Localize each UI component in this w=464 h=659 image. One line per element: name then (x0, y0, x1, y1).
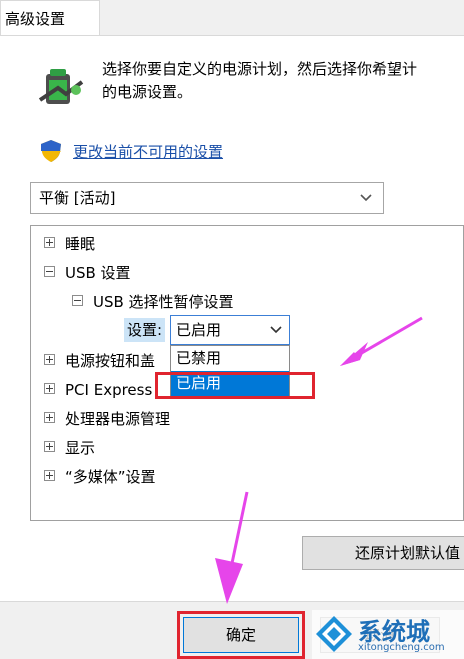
power-plan-select[interactable]: 平衡 [活动] (30, 182, 384, 214)
restore-defaults-button[interactable]: 还原计划默认值 (302, 536, 464, 570)
usb-setting-combo[interactable]: 已启用 (170, 315, 290, 345)
watermark: 系统城 xitongcheng.com (312, 610, 464, 659)
tree-item-label: USB 设置 (65, 264, 131, 282)
tree-item-usb-selective-suspend[interactable]: USB 选择性暂停设置 (72, 289, 234, 315)
watermark-url: xitongcheng.com (358, 642, 445, 653)
power-plan-select-value: 平衡 [活动] (39, 189, 116, 207)
collapse-icon[interactable] (44, 266, 55, 277)
shield-icon (40, 139, 62, 163)
tree-item-pci-express[interactable]: PCI Express (44, 377, 152, 403)
tab-advanced-settings[interactable]: 高级设置 (0, 0, 100, 36)
tree-item-multimedia[interactable]: “多媒体”设置 (44, 464, 156, 490)
description-line-1: 选择你要自定义的电源计划，然后选择你希望计 (102, 60, 418, 78)
plan-description: 选择你要自定义的电源计划，然后选择你希望计 的电源设置。 (102, 58, 464, 104)
tree-item-label: USB 选择性暂停设置 (93, 293, 234, 311)
tree-item-display[interactable]: 显示 (44, 435, 95, 461)
usb-setting-value: 已启用 (176, 321, 222, 339)
option-disabled[interactable]: 已禁用 (171, 346, 289, 371)
tree-item-label: PCI Express (65, 381, 153, 399)
ok-button[interactable]: 确定 (183, 617, 299, 653)
tree-item-label: 电源按钮和盖 (65, 352, 156, 370)
change-unavailable-settings-link[interactable]: 更改当前不可用的设置 (73, 141, 223, 162)
tree-item-label: 处理器电源管理 (65, 410, 171, 428)
expand-icon[interactable] (44, 441, 55, 452)
expand-icon[interactable] (44, 383, 55, 394)
tree-item-label: “多媒体”设置 (65, 468, 156, 486)
tree-item-processor[interactable]: 处理器电源管理 (44, 406, 170, 432)
chevron-down-icon (359, 183, 373, 223)
tree-item-label: 睡眠 (65, 235, 96, 253)
collapse-icon[interactable] (72, 295, 83, 306)
expand-icon[interactable] (44, 412, 55, 423)
expand-icon[interactable] (44, 237, 55, 248)
expand-icon[interactable] (44, 354, 55, 365)
setting-label: 设置: (124, 318, 166, 342)
option-highlight-box (155, 372, 315, 399)
tree-item-usb[interactable]: USB 设置 (44, 260, 131, 286)
expand-icon[interactable] (44, 470, 55, 481)
tree-item-sleep[interactable]: 睡眠 (44, 231, 95, 257)
power-plan-icon (36, 60, 86, 110)
description-line-2: 的电源设置。 (102, 83, 193, 101)
tree-item-power-buttons[interactable]: 电源按钮和盖 (44, 348, 155, 374)
annotation-arrow-icon (330, 312, 430, 372)
tree-item-label: 显示 (65, 439, 96, 457)
annotation-arrow-icon (205, 488, 255, 608)
watermark-logo-icon (316, 616, 352, 652)
